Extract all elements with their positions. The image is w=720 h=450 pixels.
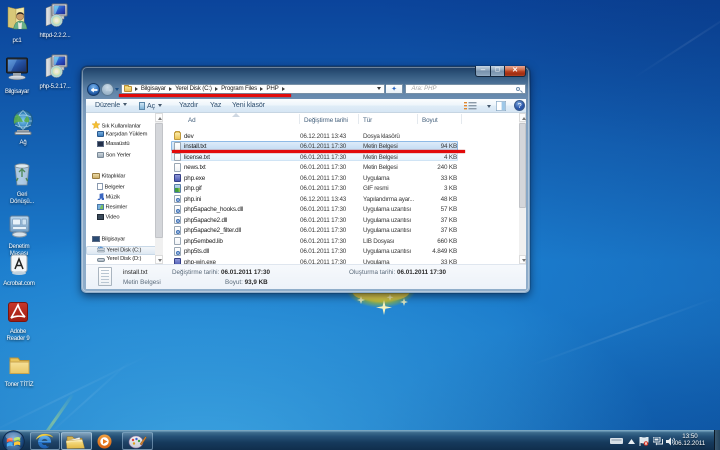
svg-text:?: ? (517, 101, 521, 110)
